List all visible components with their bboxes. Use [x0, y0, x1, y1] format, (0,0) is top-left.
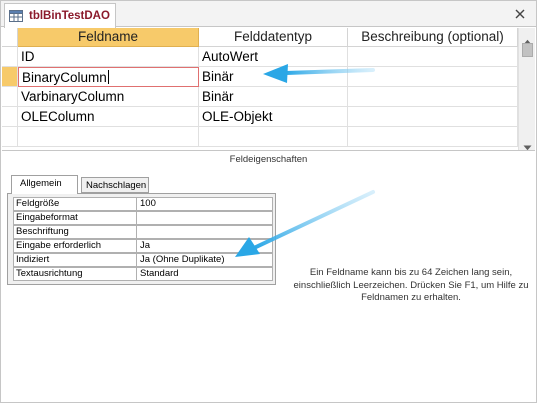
property-label: Feldgröße	[13, 197, 137, 211]
table-icon	[9, 10, 23, 22]
property-label: Beschriftung	[13, 225, 137, 239]
property-label: Eingabeformat	[13, 211, 137, 225]
fieldname-cell[interactable]	[18, 127, 199, 147]
row-selector[interactable]	[2, 47, 18, 67]
text-caret	[107, 70, 109, 84]
table-design-window: tblBinTestDAO Feldname Felddatentyp Besc…	[0, 0, 537, 403]
property-value[interactable]: Ja (Ohne Duplikate)	[137, 253, 273, 267]
table-row-empty	[2, 127, 518, 147]
property-value[interactable]: Standard	[137, 267, 273, 281]
property-value[interactable]: Ja	[137, 239, 273, 253]
description-cell[interactable]	[348, 127, 518, 147]
document-tab[interactable]: tblBinTestDAO	[4, 3, 116, 28]
property-row: Beschriftung	[13, 225, 273, 239]
fieldname-cell[interactable]: ID	[18, 47, 199, 67]
field-design-grid: Feldname Felddatentyp Beschreibung (opti…	[2, 28, 535, 151]
description-cell[interactable]	[348, 47, 518, 67]
row-selector[interactable]	[2, 127, 18, 147]
field-properties-panel: Feldgröße 100 Eingabeformat Beschriftung…	[7, 193, 276, 285]
fieldname-cell[interactable]: VarbinaryColumn	[18, 87, 199, 107]
property-value[interactable]: 100	[137, 197, 273, 211]
property-value[interactable]	[137, 211, 273, 225]
row-selector[interactable]	[2, 107, 18, 127]
property-label: Eingabe erforderlich	[13, 239, 137, 253]
table-row: OLEColumn OLE-Objekt	[2, 107, 518, 127]
table-row: ID AutoWert	[2, 47, 518, 67]
property-label: Textausrichtung	[13, 267, 137, 281]
datatype-cell[interactable]: AutoWert	[199, 47, 348, 67]
field-properties-title: Feldeigenschaften	[229, 154, 308, 165]
property-row: Textausrichtung Standard	[13, 267, 273, 281]
row-selector[interactable]	[2, 87, 18, 107]
datatype-cell[interactable]: Binär	[199, 67, 348, 87]
vertical-scrollbar[interactable]	[518, 28, 535, 151]
grid-body: ID AutoWert BinaryColumn Binär Varbinary…	[2, 47, 518, 147]
close-icon[interactable]	[512, 6, 528, 22]
tab-allgemein[interactable]: Allgemein	[11, 175, 78, 194]
fieldname-cell-text: BinaryColumn	[22, 70, 107, 85]
tab-nachschlagen[interactable]: Nachschlagen	[81, 177, 149, 193]
table-row-current: BinaryColumn Binär	[2, 67, 518, 87]
column-header-fieldname[interactable]: Feldname	[18, 28, 199, 47]
grid-header-row: Feldname Felddatentyp Beschreibung (opti…	[2, 28, 518, 47]
help-text: Ein Feldname kann bis zu 64 Zeichen lang…	[293, 267, 529, 303]
fieldname-cell-editing[interactable]: BinaryColumn	[18, 67, 199, 87]
row-selector-current[interactable]	[2, 67, 18, 87]
property-row: Eingabe erforderlich Ja	[13, 239, 273, 253]
fieldname-cell[interactable]: OLEColumn	[18, 107, 199, 127]
description-cell[interactable]	[348, 87, 518, 107]
column-header-description[interactable]: Beschreibung (optional)	[348, 28, 518, 47]
document-tab-bar: tblBinTestDAO	[1, 1, 536, 28]
section-divider	[2, 150, 535, 151]
datatype-cell[interactable]	[199, 127, 348, 147]
document-tab-title: tblBinTestDAO	[29, 10, 110, 22]
datatype-cell[interactable]: OLE-Objekt	[199, 107, 348, 127]
row-selector-header[interactable]	[2, 28, 18, 47]
table-row: VarbinaryColumn Binär	[2, 87, 518, 107]
column-header-datatype[interactable]: Felddatentyp	[199, 28, 348, 47]
datatype-cell[interactable]: Binär	[199, 87, 348, 107]
property-row: Indiziert Ja (Ohne Duplikate)	[13, 253, 273, 267]
property-value[interactable]	[137, 225, 273, 239]
scrollbar-thumb[interactable]	[522, 43, 533, 57]
description-cell[interactable]	[348, 67, 518, 87]
property-row: Eingabeformat	[13, 211, 273, 225]
property-row: Feldgröße 100	[13, 197, 273, 211]
description-cell[interactable]	[348, 107, 518, 127]
property-label: Indiziert	[13, 253, 137, 267]
